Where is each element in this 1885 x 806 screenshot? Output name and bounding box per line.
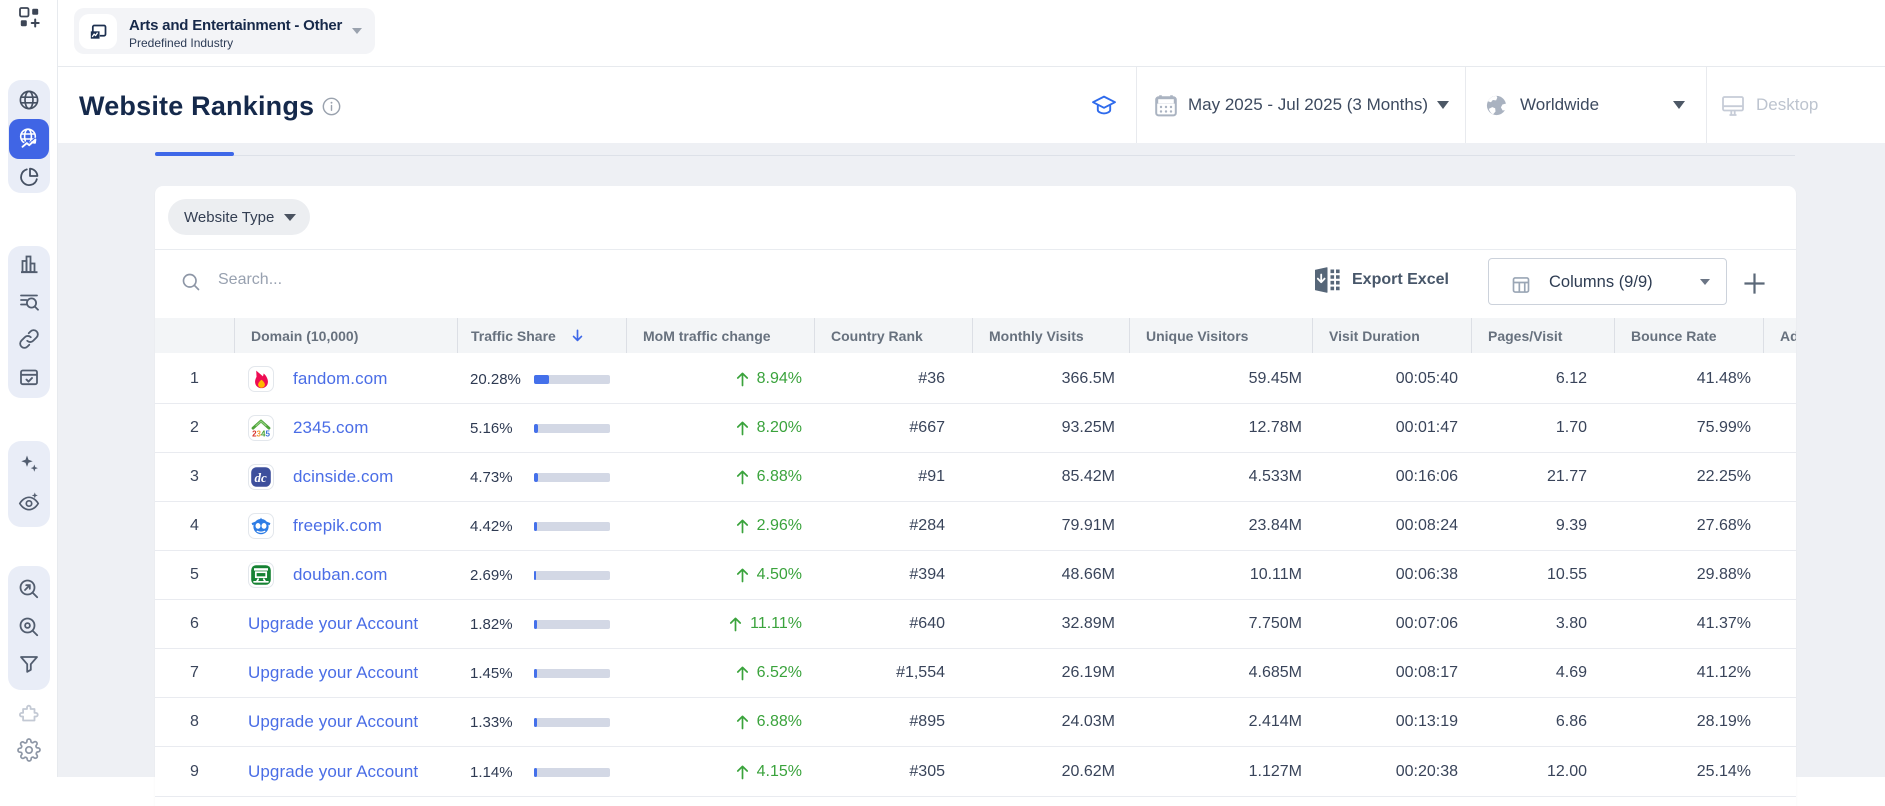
svg-text:2345: 2345 bbox=[252, 429, 270, 438]
svg-text:dc: dc bbox=[254, 470, 267, 485]
